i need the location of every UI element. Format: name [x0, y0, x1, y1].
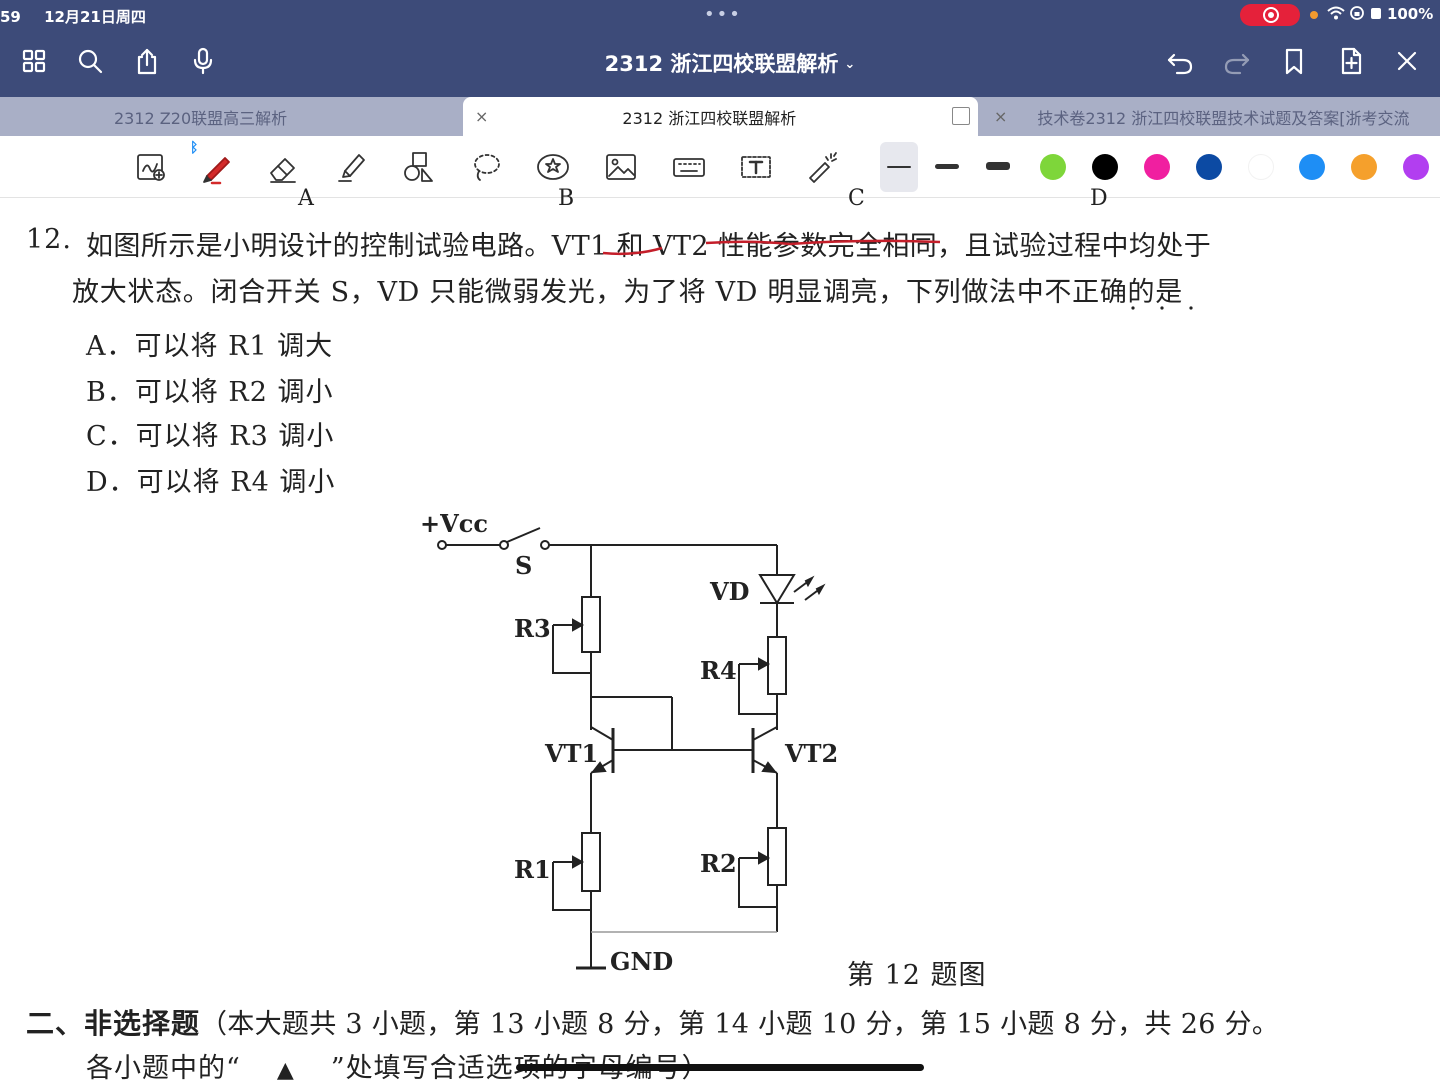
status-clock: 59	[0, 8, 21, 26]
section-heading: 二、非选择题	[26, 1007, 201, 1040]
option-c-text: 可以将 R3 调小	[135, 421, 335, 452]
wifi-icon	[1327, 5, 1350, 23]
vt2-label: VT2	[784, 739, 838, 768]
lasso-icon[interactable]	[466, 147, 506, 187]
status-date: 12月21日周四	[44, 8, 146, 26]
lasso-zoom-icon[interactable]	[131, 147, 171, 187]
tab-zhejiang-four-schools[interactable]: × 2312 浙江四校联盟解析	[463, 97, 978, 136]
pen-icon[interactable]	[196, 147, 236, 187]
option-d-text: 可以将 R4 调小	[136, 467, 336, 498]
color-swatch-green[interactable]	[1040, 154, 1066, 180]
share-icon[interactable]	[130, 44, 164, 78]
gnd-label: GND	[610, 947, 673, 976]
option-c: C．可以将 R3 调小	[86, 414, 334, 453]
handwritten-underline-icon	[602, 239, 1193, 310]
option-c-label: C．	[86, 421, 136, 452]
shapes-icon[interactable]	[398, 147, 438, 187]
vcc-label: +Vcc	[420, 509, 488, 538]
add-page-icon[interactable]	[1334, 44, 1368, 78]
tab-bar: 2312 Z20联盟高三解析 × 2312 浙江四校联盟解析 × 技术卷2312…	[0, 97, 1440, 136]
highlighter-icon[interactable]	[331, 147, 371, 187]
tab-close-icon[interactable]: ×	[475, 107, 488, 126]
color-swatch-blue[interactable]	[1299, 154, 1325, 180]
search-icon[interactable]	[73, 44, 107, 78]
status-indicators: 100%	[1310, 5, 1433, 23]
close-icon[interactable]	[1390, 44, 1424, 78]
top-header: 59 12月21日周四 ••• 100% 2312 浙江四校联盟解析 ⌄	[0, 0, 1440, 97]
document-title-button[interactable]: 2312 浙江四校联盟解析 ⌄	[540, 48, 920, 78]
option-b-text: 可以将 R2 调小	[134, 377, 334, 408]
tab-tech-paper[interactable]: × 技术卷2312 浙江四校联盟技术试题及答案[浙考交流	[982, 97, 1440, 136]
color-swatch-navy[interactable]	[1196, 154, 1222, 180]
stroke-medium-icon	[935, 164, 959, 169]
redo-icon[interactable]	[1220, 44, 1254, 78]
option-b: B．可以将 R2 调小	[86, 370, 334, 409]
orange-dot-icon	[1310, 10, 1318, 19]
option-a: A．可以将 R1 调大	[86, 324, 333, 363]
color-swatch-purple[interactable]	[1403, 154, 1429, 180]
document-page[interactable]: A B C D 12. 如图所示是小明设计的控制试验电路。VT1 和 VT2 性…	[0, 186, 1440, 1080]
multitask-dots[interactable]: •••	[704, 4, 742, 25]
led-label: VD	[709, 577, 749, 606]
bluetooth-icon: ᛒ	[190, 140, 199, 156]
eraser-icon[interactable]	[263, 147, 303, 187]
tab-label: 技术卷2312 浙江四校联盟技术试题及答案[浙考交流	[1037, 108, 1410, 128]
laser-icon[interactable]	[803, 147, 843, 187]
color-swatch-black[interactable]	[1092, 154, 1118, 180]
home-indicator[interactable]	[516, 1064, 924, 1071]
section-instructions: 各小题中的“▲”处填写合适选项的字母编号）	[86, 1046, 710, 1080]
color-swatch-pink[interactable]	[1144, 154, 1170, 180]
annotation-toolbar: ᛒ	[0, 136, 1440, 198]
figure-caption: 第 12 题图	[847, 960, 987, 991]
lock-rotation-icon	[1350, 5, 1369, 23]
bookmark-icon[interactable]	[1277, 44, 1311, 78]
color-swatch-orange[interactable]	[1351, 154, 1377, 180]
keyboard-icon[interactable]	[669, 147, 709, 187]
section-title-line: 二、非选择题（本大题共 3 小题，第 13 小题 8 分，第 14 小题 10 …	[26, 1002, 1279, 1042]
r4-label: R4	[700, 656, 737, 685]
sticker-icon[interactable]	[533, 147, 573, 187]
record-icon	[1263, 7, 1279, 23]
option-a-text: 可以将 R1 调大	[134, 331, 334, 362]
option-d: D．可以将 R4 调小	[86, 460, 335, 499]
stroke-thick-icon	[986, 162, 1010, 170]
mic-icon[interactable]	[186, 44, 220, 78]
tab-z20[interactable]: 2312 Z20联盟高三解析	[114, 97, 444, 136]
undo-icon[interactable]	[1163, 44, 1197, 78]
battery-percent: 100%	[1386, 5, 1434, 23]
screen-record-indicator[interactable]	[1240, 4, 1300, 26]
switch-label: S	[515, 551, 532, 580]
option-d-label: D．	[86, 467, 137, 498]
option-b-label: B．	[86, 377, 135, 408]
tab-label: 2312 Z20联盟高三解析	[114, 108, 288, 128]
tab-label: 2312 浙江四校联盟解析	[622, 108, 797, 128]
vt1-label: VT1	[544, 739, 598, 768]
answer-mark: ▲	[255, 1058, 317, 1080]
stroke-medium-button[interactable]	[935, 156, 959, 176]
split-view-icon[interactable]	[952, 107, 970, 125]
document-title: 2312 浙江四校联盟解析	[604, 52, 839, 76]
grid-icon[interactable]	[17, 44, 51, 78]
stroke-thin-icon	[887, 166, 911, 168]
r1-label: R1	[514, 855, 551, 884]
textbox-icon[interactable]	[736, 147, 776, 187]
circuit-diagram: +Vcc S VD R3 R4 VT1 VT2 R1 R2 GND	[420, 509, 838, 976]
stroke-thin-button[interactable]	[880, 142, 918, 192]
chevron-down-icon: ⌄	[844, 57, 856, 72]
status-time: 59 12月21日周四	[0, 6, 146, 27]
section-description: （本大题共 3 小题，第 13 小题 8 分，第 14 小题 10 分，第 15…	[200, 1009, 1280, 1040]
image-icon[interactable]	[601, 147, 641, 187]
color-swatch-white[interactable]	[1248, 154, 1274, 180]
r3-label: R3	[514, 614, 551, 643]
r2-label: R2	[700, 849, 737, 878]
option-a-label: A．	[86, 331, 135, 362]
battery-small-icon	[1370, 5, 1387, 23]
instruction-prefix: 各小题中的“	[86, 1053, 241, 1080]
stroke-thick-button[interactable]	[986, 156, 1010, 176]
tab-close-icon[interactable]: ×	[994, 107, 1007, 126]
